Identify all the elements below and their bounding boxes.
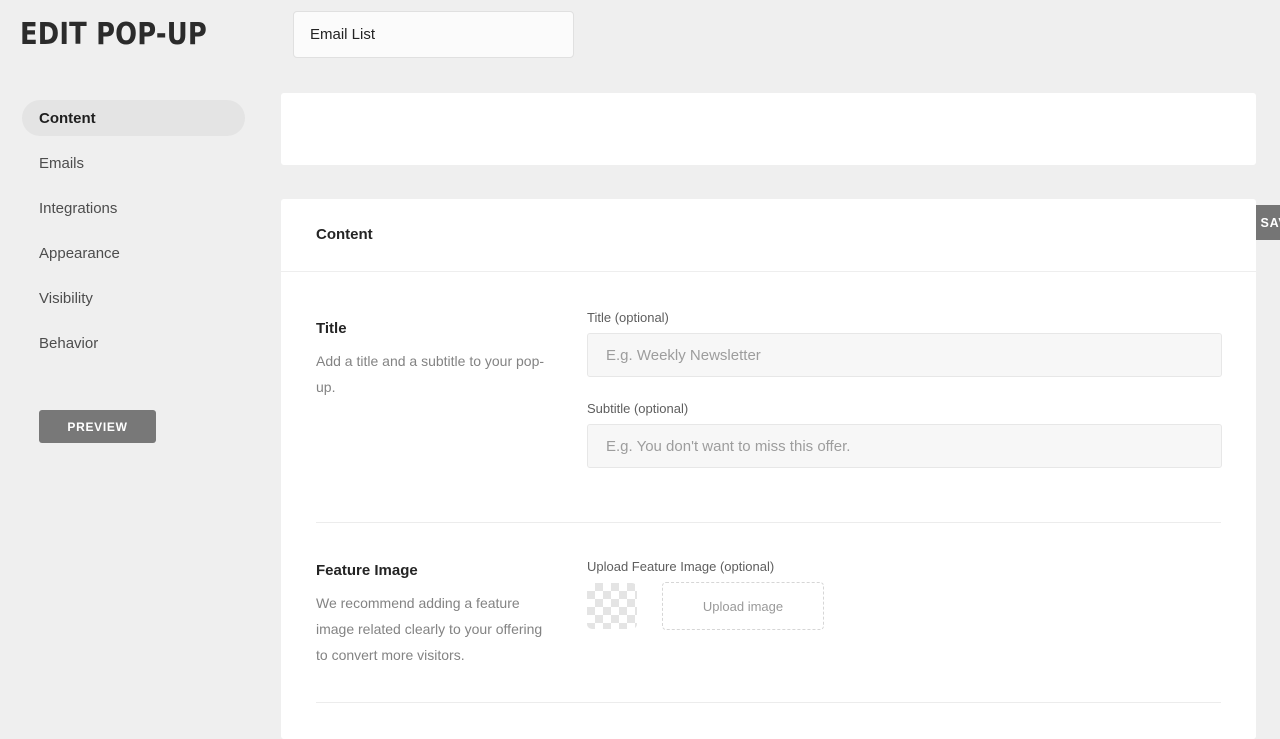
subtitle-input[interactable]	[587, 424, 1222, 468]
edit-popup-screen: EDIT POP-UP Content Emails Integrations …	[0, 0, 1280, 720]
section-title: Title Add a title and a subtitle to your…	[281, 272, 1256, 522]
sidebar-item-content[interactable]: Content	[22, 100, 245, 136]
sidebar-item-visibility[interactable]: Visibility	[22, 280, 245, 316]
sidebar-item-label: Emails	[39, 155, 84, 172]
sidebar-item-integrations[interactable]: Integrations	[22, 190, 245, 226]
upload-controls: Upload image	[587, 582, 824, 630]
section-title-label: Title Add a title and a subtitle to your…	[316, 320, 556, 400]
sidebar-item-label: Content	[39, 110, 96, 127]
content-panel-title: Content	[316, 226, 373, 243]
status-bar-card: Status Draft Unsaved changes SAVE DRAFT …	[281, 93, 1256, 165]
section-heading: Feature Image	[316, 562, 556, 579]
section-feature-image-fields: Upload Feature Image (optional) Upload i…	[587, 559, 824, 630]
upload-field-label: Upload Feature Image (optional)	[587, 559, 824, 574]
sidebar-item-emails[interactable]: Emails	[22, 145, 245, 181]
section-heading: Title	[316, 320, 556, 337]
section-feature-image: Feature Image We recommend adding a feat…	[281, 522, 1256, 738]
upload-image-dropzone[interactable]: Upload image	[662, 582, 824, 630]
popup-name-input[interactable]	[293, 11, 574, 58]
sidebar-item-label: Visibility	[39, 290, 93, 307]
subtitle-field-label: Subtitle (optional)	[587, 401, 1222, 416]
title-input[interactable]	[587, 333, 1222, 377]
sidebar-item-label: Integrations	[39, 200, 117, 217]
field-spacer	[587, 377, 1222, 401]
sidebar-item-label: Behavior	[39, 335, 98, 352]
section-divider	[316, 522, 1221, 523]
preview-button[interactable]: PREVIEW	[39, 410, 156, 443]
sidebar-item-appearance[interactable]: Appearance	[22, 235, 245, 271]
content-panel: Content Title Add a title and a subtitle…	[281, 199, 1256, 739]
image-placeholder-thumbnail-icon[interactable]	[587, 583, 637, 629]
section-divider-bottom	[316, 702, 1221, 703]
content-panel-header: Content	[281, 199, 1256, 272]
section-title-fields: Title (optional) Subtitle (optional)	[587, 310, 1222, 468]
section-description: Add a title and a subtitle to your pop-u…	[316, 348, 556, 400]
sidebar-nav: Content Emails Integrations Appearance V…	[0, 100, 280, 370]
title-field-label: Title (optional)	[587, 310, 1222, 325]
sidebar-item-behavior[interactable]: Behavior	[22, 325, 245, 361]
section-description: We recommend adding a feature image rela…	[316, 590, 556, 668]
section-feature-image-label: Feature Image We recommend adding a feat…	[316, 562, 556, 668]
sidebar-item-label: Appearance	[39, 245, 120, 262]
page-title: EDIT POP-UP	[20, 16, 207, 54]
upload-image-label: Upload image	[703, 599, 783, 614]
